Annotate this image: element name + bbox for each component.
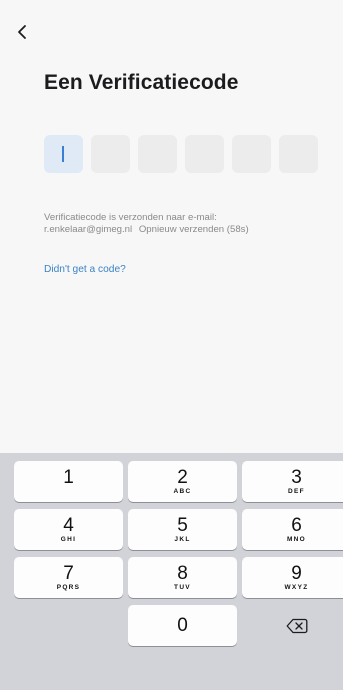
numeric-keypad: 1 2 ABC 3 DEF 4 GHI 5 JKL 6 MNO 7 PQRS 8… [0,453,343,690]
code-digit-box-2[interactable] [91,135,130,173]
info-line: Verificatiecode is verzonden naar e-mail… [44,212,217,223]
key-digit: 5 [177,514,188,536]
key-5[interactable]: 5 JKL [128,509,237,550]
code-digit-box-5[interactable] [232,135,271,173]
resend-button[interactable]: Opnieuw verzenden (58s) [139,224,249,235]
key-letters: JKL [174,535,191,543]
key-6[interactable]: 6 MNO [242,509,343,550]
backspace-icon [286,618,307,633]
delete-key[interactable] [242,605,343,646]
key-letters: DEF [288,487,305,495]
key-letters: WXYZ [284,583,309,591]
key-digit: 1 [63,466,74,488]
key-2[interactable]: 2 ABC [128,461,237,502]
key-letters: TUV [174,583,191,591]
text-caret [62,146,64,162]
key-digit: 4 [63,514,74,536]
email-address: r.enkelaar@gimeg.nl [44,224,133,235]
code-digit-box-3[interactable] [138,135,177,173]
key-digit: 2 [177,466,188,488]
chevron-left-icon [18,25,26,39]
key-letters: MNO [286,535,307,543]
page-title: Een Verificatiecode [44,71,239,94]
key-letters: GHI [60,535,77,543]
code-digit-box-4[interactable] [185,135,224,173]
key-3[interactable]: 3 DEF [242,461,343,502]
key-9[interactable]: 9 WXYZ [242,557,343,598]
back-button[interactable] [10,20,34,44]
code-digit-box-6[interactable] [279,135,318,173]
verification-code-input[interactable] [44,135,318,173]
verification-screen: Een Verificatiecode Verificatiecode is v… [0,0,343,690]
key-digit: 3 [291,466,302,488]
key-0[interactable]: 0 [128,605,237,646]
key-8[interactable]: 8 TUV [128,557,237,598]
key-digit: 0 [177,614,188,636]
key-digit: 7 [63,562,74,584]
key-1[interactable]: 1 [14,461,123,502]
key-4[interactable]: 4 GHI [14,509,123,550]
didnt-get-code-link[interactable]: Didn't get a code? [44,264,126,275]
code-digit-box-1[interactable] [44,135,83,173]
key-digit: 8 [177,562,188,584]
key-7[interactable]: 7 PQRS [14,557,123,598]
info-text: Verificatiecode is verzonden naar e-mail… [44,212,334,236]
key-letters: ABC [173,487,192,495]
key-letters: PQRS [56,583,81,591]
key-digit: 9 [291,562,302,584]
key-digit: 6 [291,514,302,536]
